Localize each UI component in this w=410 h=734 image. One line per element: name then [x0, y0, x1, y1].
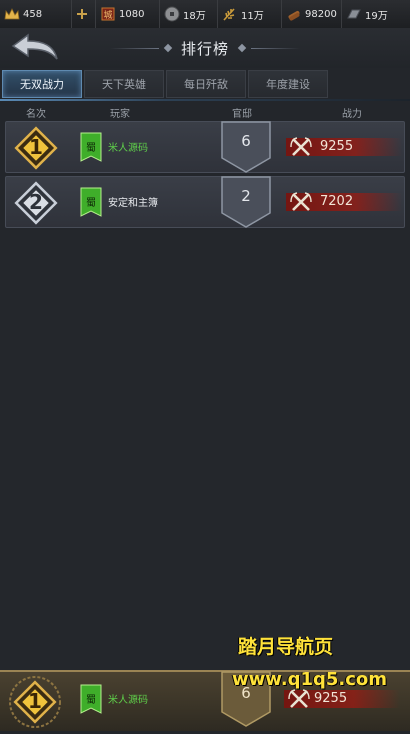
- faction-label: 蜀: [86, 143, 96, 154]
- column-rank: 名次: [26, 109, 46, 120]
- iron-icon: [346, 6, 362, 22]
- office-level: 6: [220, 120, 272, 174]
- resource-wood[interactable]: 98200: [282, 0, 342, 28]
- tab-annual-build[interactable]: 年度建设: [248, 70, 328, 98]
- rank-badge: 1: [4, 674, 66, 730]
- resource-city[interactable]: 城 1080: [96, 0, 160, 28]
- crossed-swords-icon: [290, 192, 312, 211]
- title-divider: [110, 47, 159, 49]
- rank-number: 1: [29, 135, 43, 159]
- title-divider: [251, 47, 301, 49]
- player-name[interactable]: 米人源码: [108, 139, 148, 154]
- resource-gold-ingot[interactable]: 458: [0, 0, 72, 28]
- resource-grain[interactable]: 11万: [218, 0, 282, 28]
- office-level: 2: [220, 175, 272, 229]
- power-display: 9255: [284, 688, 400, 710]
- power-display: 9255: [286, 136, 402, 156]
- office-number: 2: [241, 187, 251, 205]
- resource-value: 1080: [119, 8, 145, 20]
- watermark-url: www.q1q5.com: [232, 669, 388, 690]
- rank-badge: 1: [12, 124, 60, 172]
- resource-value: 98200: [305, 8, 337, 20]
- rank-number: 1: [28, 689, 42, 713]
- watermark-title: 踏月导航页: [238, 636, 334, 658]
- faction-banner: 蜀: [80, 684, 102, 714]
- page-title: 排行榜: [181, 39, 230, 58]
- power-value: 9255: [320, 139, 354, 154]
- faction-banner: 蜀: [80, 132, 102, 162]
- tab-peerless-power[interactable]: 无双战力: [2, 70, 82, 98]
- back-button[interactable]: [10, 32, 60, 64]
- faction-label: 蜀: [86, 198, 96, 209]
- resource-coin[interactable]: 18万: [160, 0, 218, 28]
- column-office: 官邸: [232, 109, 252, 120]
- wood-icon: [286, 6, 302, 22]
- tab-world-heroes[interactable]: 天下英雄: [84, 70, 164, 98]
- office-number: 6: [241, 132, 251, 150]
- resource-value: 458: [23, 8, 43, 20]
- player-name: 米人源码: [108, 695, 148, 706]
- add-resource-button[interactable]: [72, 0, 96, 28]
- city-icon: 城: [100, 6, 116, 22]
- rank-number: 2: [29, 190, 43, 214]
- faction-banner: 蜀: [80, 187, 102, 217]
- diamond-icon: [163, 43, 173, 53]
- tab-underline: [0, 99, 410, 101]
- power-display: 7202: [286, 191, 402, 211]
- crown-icon: [4, 6, 20, 22]
- title-ornament: 排行榜: [110, 36, 301, 60]
- power-value: 9255: [314, 691, 348, 706]
- tab-bar: 无双战力 天下英雄 每日歼敌 年度建设: [0, 68, 410, 100]
- grain-icon: [222, 6, 238, 22]
- plus-icon: [76, 6, 88, 22]
- svg-text:城: 城: [103, 10, 112, 21]
- column-power: 战力: [342, 109, 362, 120]
- column-player: 玩家: [110, 109, 130, 120]
- player-name[interactable]: 安定和主簿: [108, 194, 158, 209]
- rank-badge: 2: [12, 179, 60, 227]
- crossed-swords-icon: [288, 689, 310, 708]
- crossed-swords-icon: [290, 137, 312, 156]
- ranking-list-empty-area[interactable]: [0, 230, 410, 670]
- resource-value: 18万: [183, 10, 206, 22]
- tab-daily-kills[interactable]: 每日歼敌: [166, 70, 246, 98]
- resource-iron[interactable]: 19万: [342, 0, 410, 28]
- faction-label: 蜀: [86, 695, 96, 706]
- power-value: 7202: [320, 194, 354, 209]
- column-headers: 名次 玩家 官邸 战力: [0, 103, 410, 120]
- back-arrow-icon: [11, 33, 58, 60]
- diamond-icon: [237, 43, 247, 53]
- resource-value: 19万: [365, 10, 388, 22]
- resource-value: 11万: [241, 10, 264, 22]
- table-row[interactable]: 1 蜀 米人源码 6 9255: [5, 121, 405, 173]
- header: 排行榜: [0, 28, 410, 68]
- table-row[interactable]: 2 蜀 安定和主簿 2 7202: [5, 176, 405, 228]
- coin-icon: [164, 6, 180, 22]
- resource-bar: 458 城 1080 18万 11万 98200 19万: [0, 0, 410, 29]
